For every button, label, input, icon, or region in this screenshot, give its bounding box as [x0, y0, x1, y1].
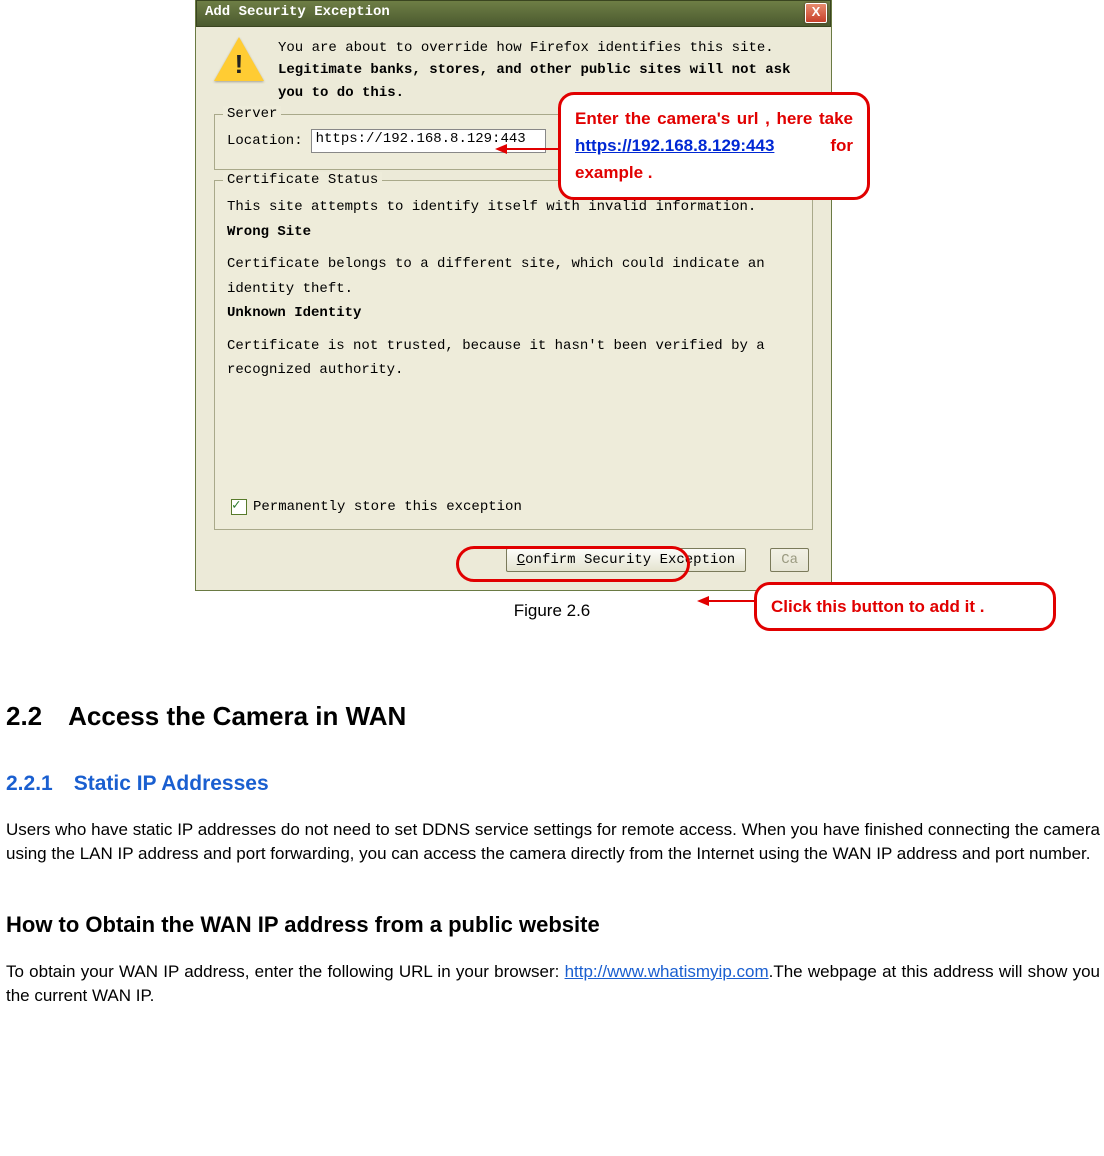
callout-enter-url: Enter the camera's url , here take https…: [558, 92, 870, 200]
heading-2-2: 2.2 Access the Camera in WAN: [6, 701, 1100, 732]
location-label: Location:: [227, 133, 303, 149]
warning-icon: [214, 37, 264, 83]
security-exception-dialog: Add Security Exception X You are about t…: [195, 0, 832, 591]
wrong-site-text: Certificate belongs to a different site,…: [227, 252, 800, 301]
cert-legend: Certificate Status: [223, 172, 382, 188]
permanently-store-checkbox[interactable]: [231, 499, 247, 515]
wrong-site-heading: Wrong Site: [227, 220, 800, 245]
paragraph-obtain-wan-ip: To obtain your WAN IP address, enter the…: [6, 960, 1100, 1008]
heading-obtain-wan-ip: How to Obtain the WAN IP address from a …: [6, 912, 1100, 938]
callout1-url-link[interactable]: https://192.168.8.129:443: [575, 136, 774, 155]
permanently-store-label: Permanently store this exception: [253, 499, 522, 515]
dialog-titlebar: Add Security Exception X: [196, 0, 831, 27]
close-icon[interactable]: X: [805, 3, 827, 23]
arrow-to-location-input: [495, 144, 560, 154]
arrow-to-confirm-button: [697, 596, 757, 606]
callout1-text-a: Enter the camera's url , here take: [575, 109, 853, 128]
p2-text-a: To obtain your WAN IP address, enter the…: [6, 962, 565, 981]
dialog-title: Add Security Exception: [205, 4, 390, 20]
callout2-text: Click this button to add it .: [771, 597, 984, 616]
unknown-identity-heading: Unknown Identity: [227, 301, 800, 326]
cancel-button[interactable]: Ca: [770, 548, 809, 572]
server-legend: Server: [223, 106, 281, 122]
heading-2-2-1: 2.2.1 Static IP Addresses: [6, 772, 1100, 796]
confirm-security-exception-button[interactable]: Confirm Security Exception: [506, 548, 746, 572]
whatismyip-link[interactable]: http://www.whatismyip.com: [565, 962, 769, 981]
certificate-status-groupbox: Certificate Status This site attempts to…: [214, 180, 813, 530]
intro-line1: You are about to override how Firefox id…: [278, 37, 813, 59]
paragraph-static-ip: Users who have static IP addresses do no…: [6, 818, 1100, 866]
unknown-identity-text: Certificate is not trusted, because it h…: [227, 334, 800, 383]
callout-click-confirm: Click this button to add it .: [754, 582, 1056, 631]
